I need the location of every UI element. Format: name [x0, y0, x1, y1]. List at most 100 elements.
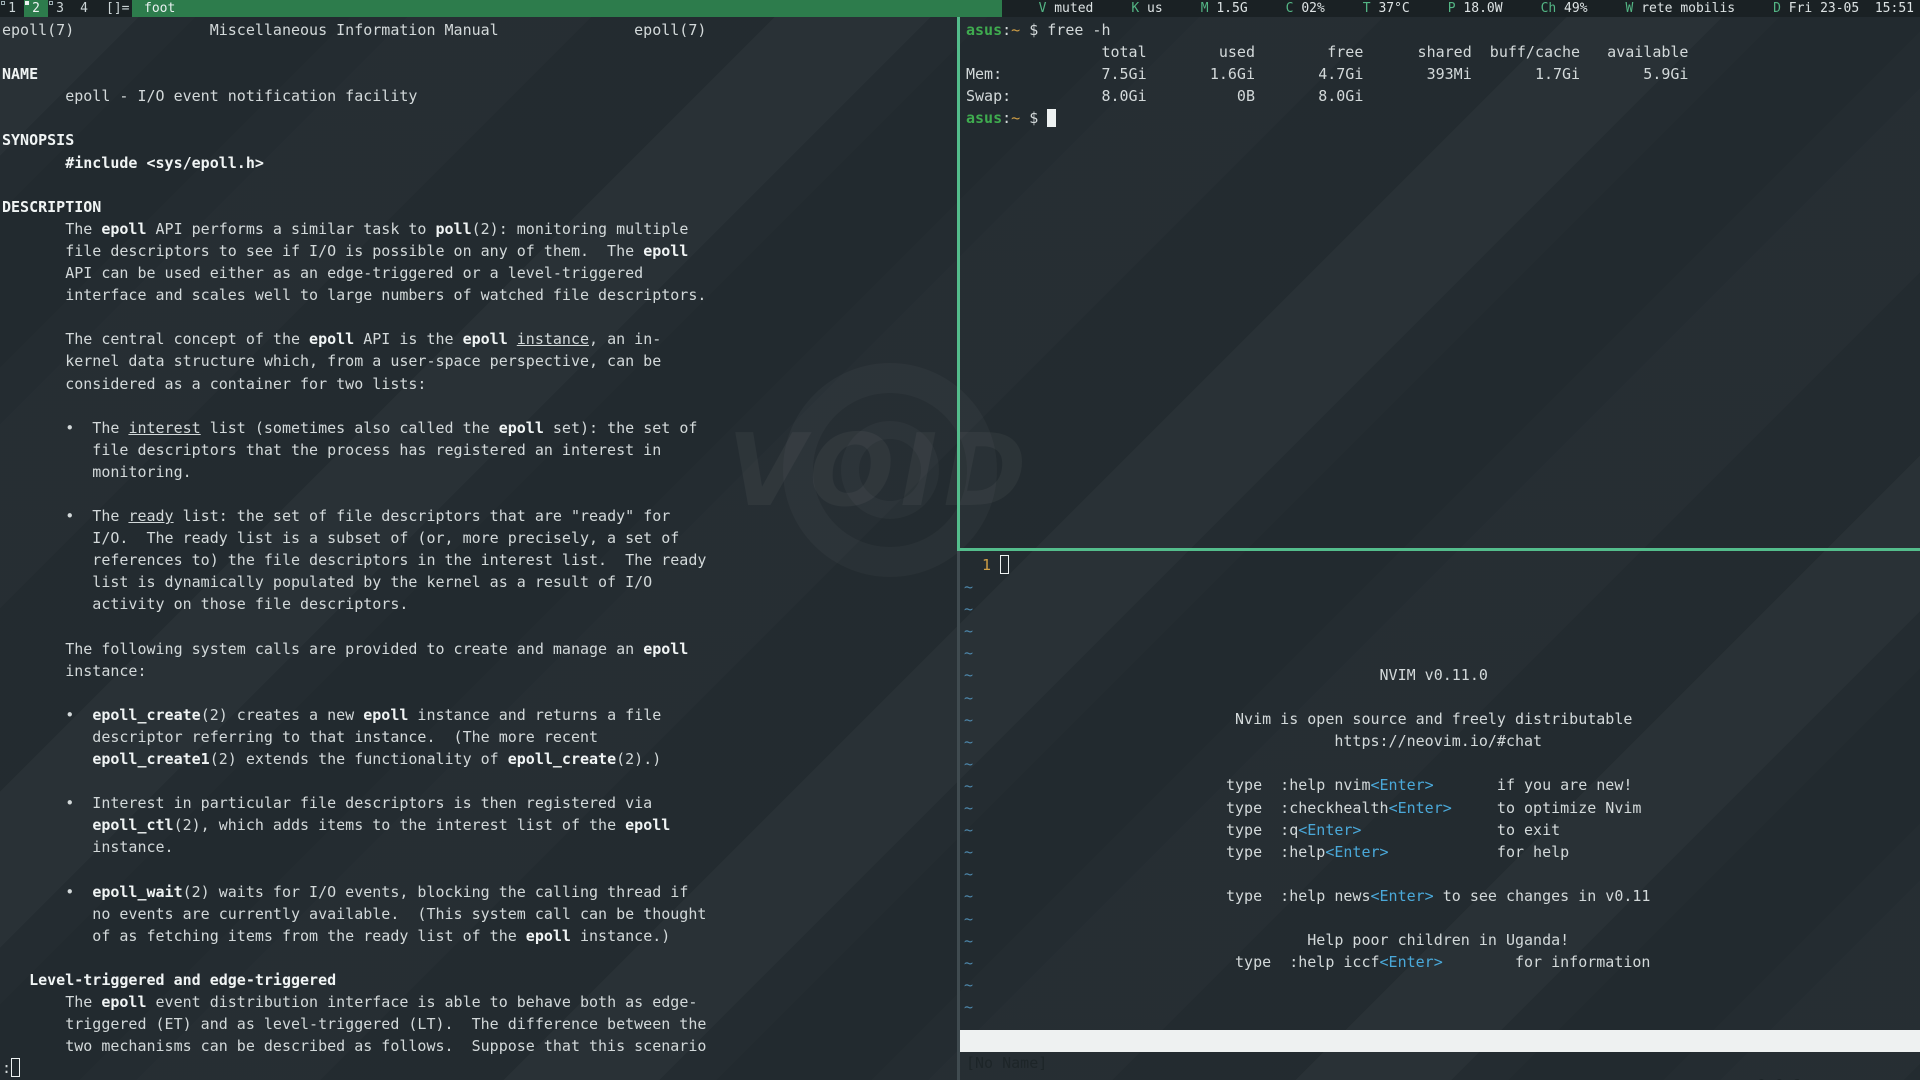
status-label: P [1448, 1, 1464, 16]
workspace-tag-2[interactable]: 2 [24, 0, 48, 17]
nvim-intro-line [1226, 907, 1650, 929]
nvim-intro-line: type :checkhealth<Enter> to optimize Nvi… [1226, 797, 1650, 819]
tilde-marker: ~ [964, 711, 973, 729]
tilde-marker: ~ [964, 976, 973, 994]
man-line: Level-triggered and edge-triggered [2, 969, 957, 991]
nvim-buffer-name: [No Name] [966, 1052, 1047, 1074]
man-line: instance: [2, 660, 957, 682]
man-line [2, 682, 957, 704]
man-line [2, 107, 957, 129]
status-bar: 1234 []= foot V mutedK usM 1.5GC 02%T 37… [0, 0, 1920, 17]
status-label: W [1626, 1, 1642, 16]
tilde-marker: ~ [964, 821, 973, 839]
man-line: instance. [2, 836, 957, 858]
man-line: NAME [2, 63, 957, 85]
nvim-editor[interactable]: 1 ~~~~~~~~~~~~~~~~~~~~ NVIM v0.11.0 Nvim… [960, 551, 1920, 1080]
status-label: D [1773, 1, 1789, 16]
man-page-terminal[interactable]: epoll(7) Miscellaneous Information Manua… [0, 17, 957, 1080]
man-line: • epoll_wait(2) waits for I/O events, bl… [2, 881, 957, 903]
prompt-line[interactable]: asus:~ $ [966, 107, 1920, 129]
man-line: The central concept of the epoll API is … [2, 328, 957, 350]
status-value: rete mobilis [1641, 1, 1735, 16]
status-value: us [1147, 1, 1163, 16]
tilde-marker: ~ [964, 932, 973, 950]
status-value: 02% [1301, 1, 1324, 16]
status-label: C [1286, 1, 1302, 16]
nvim-intro-line: Nvim is open source and freely distribut… [1226, 708, 1650, 730]
man-line [2, 770, 957, 792]
man-line: list is dynamically populated by the ker… [2, 571, 957, 593]
status-segments: V muted K us M 1.5G C 02% T 37°C P 18.0W Ch 49… [1039, 0, 1914, 17]
man-line [2, 41, 957, 63]
status-value: 49% [1564, 1, 1587, 16]
nvim-empty-line: ~ [964, 576, 1920, 598]
status-value: 18.0W [1463, 1, 1502, 16]
line-number: 1 [964, 556, 1000, 574]
nvim-intro-line [1226, 686, 1650, 708]
nvim-intro-message: NVIM v0.11.0 Nvim is open source and fre… [1226, 664, 1650, 973]
nvim-ruler: 0,0-1 [1757, 1074, 1802, 1080]
command-output-line: Swap: 8.0Gi 0B 8.0Gi [966, 85, 1920, 107]
nvim-empty-line: ~ [964, 642, 1920, 664]
man-line: activity on those file descriptors. [2, 593, 957, 615]
status-segment-v: V muted [1039, 0, 1094, 17]
tilde-marker: ~ [964, 755, 973, 773]
status-segment-m: M 1.5G [1201, 0, 1248, 17]
status-label: V [1039, 1, 1055, 16]
man-line: descriptor referring to that instance. (… [2, 726, 957, 748]
workspace-tag-3[interactable]: 3 [48, 0, 72, 17]
cursor [11, 1058, 20, 1077]
man-line: DESCRIPTION [2, 196, 957, 218]
status-segment-d: D Fri 23-05 15:51 [1773, 0, 1914, 17]
man-line: of as fetching items from the ready list… [2, 925, 957, 947]
tilde-marker: ~ [964, 777, 973, 795]
status-value: Fri 23-05 15:51 [1789, 1, 1914, 16]
man-line: epoll - I/O event notification facility [2, 85, 957, 107]
status-label: T [1363, 1, 1379, 16]
nvim-line-1: 1 [964, 554, 1920, 576]
man-line: epoll_create1(2) extends the functionali… [2, 748, 957, 770]
tilde-marker: ~ [964, 622, 973, 640]
tag-client-indicator [25, 1, 29, 5]
man-line: references to) the file descriptors in t… [2, 549, 957, 571]
man-line: file descriptors to see if I/O is possib… [2, 240, 957, 262]
tilde-marker: ~ [964, 865, 973, 883]
prompt-line[interactable]: asus:~ $ free -h [966, 19, 1920, 41]
focused-window-border-vertical [957, 17, 960, 551]
man-line: no events are currently available. (This… [2, 903, 957, 925]
nvim-statusline: [No Name] 0,0-1 All [960, 1030, 1920, 1052]
status-segment-t: T 37°C [1363, 0, 1410, 17]
shell-terminal[interactable]: asus:~ $ free -h total used free shared … [960, 17, 1920, 548]
man-line [2, 483, 957, 505]
man-line: triggered (ET) and as level-triggered (L… [2, 1013, 957, 1035]
prompt-path: ~ [1011, 21, 1020, 39]
nvim-intro-line: Help poor children in Uganda! [1226, 929, 1650, 951]
status-label: M [1201, 1, 1217, 16]
workspace-tag-4[interactable]: 4 [72, 0, 96, 17]
status-segment-w: W rete mobilis [1626, 0, 1736, 17]
prompt-separator: : [1002, 109, 1011, 127]
tag-client-indicator [1, 1, 5, 5]
status-segment-c: C 02% [1286, 0, 1325, 17]
man-line: kernel data structure which, from a user… [2, 350, 957, 372]
man-line: • The ready list: the set of file descri… [2, 505, 957, 527]
man-line [2, 616, 957, 638]
man-line: SYNOPSIS [2, 129, 957, 151]
nvim-intro-line: type :q<Enter> to exit [1226, 819, 1650, 841]
status-segment-k: K us [1131, 0, 1162, 17]
man-line [2, 395, 957, 417]
pager-prompt[interactable]: : [2, 1057, 957, 1079]
nvim-intro-line [1226, 752, 1650, 774]
workspace-tag-1[interactable]: 1 [0, 0, 24, 17]
status-label: Ch [1541, 1, 1564, 16]
prompt-path: ~ [1011, 109, 1020, 127]
man-line: API can be used either as an edge-trigge… [2, 262, 957, 284]
prompt-symbol: $ [1020, 109, 1047, 127]
tag-client-indicator [49, 1, 53, 5]
nvim-intro-line: type :help iccf<Enter> for information [1226, 951, 1650, 973]
man-line: The epoll event distribution interface i… [2, 991, 957, 1013]
nvim-intro-line: NVIM v0.11.0 [1226, 664, 1650, 686]
tilde-marker: ~ [964, 954, 973, 972]
man-line [2, 306, 957, 328]
status-segment-ch: Ch 49% [1541, 0, 1588, 17]
